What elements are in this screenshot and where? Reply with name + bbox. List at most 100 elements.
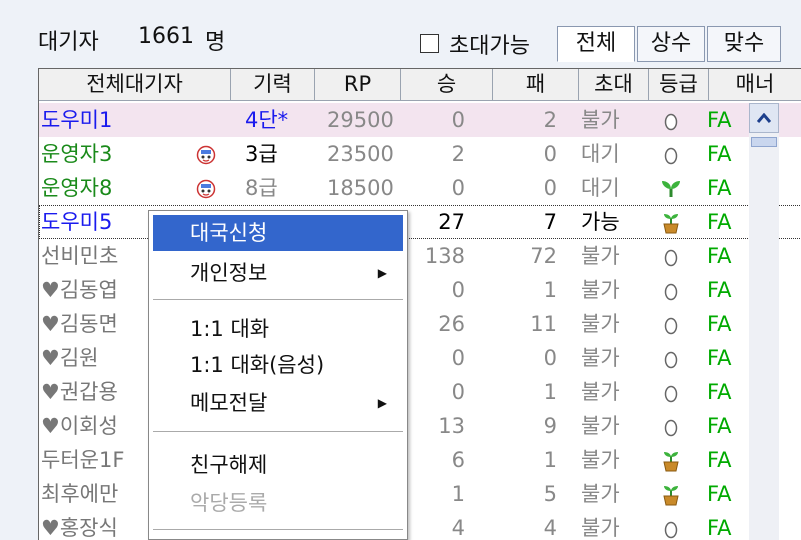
player-invite-status: 불가 — [581, 108, 620, 132]
scroll-thumb[interactable] — [751, 137, 777, 147]
tab-equal-rank[interactable]: 맞수 — [707, 26, 781, 62]
player-losses: 1 — [543, 278, 557, 302]
menu-item-label: 메모전달 — [190, 391, 268, 415]
player-losses: 1 — [543, 448, 557, 472]
tab-all[interactable]: 전체 — [557, 26, 635, 62]
column-header-manner[interactable]: 매너 — [709, 69, 801, 101]
waiting-list-header: 대기자 1661 명 초대가능 전체 상수 맞수 — [0, 0, 801, 68]
player-losses: 2 — [543, 108, 557, 132]
column-header-rp[interactable]: RP — [315, 69, 401, 101]
player-losses: 7 — [543, 210, 557, 234]
egg-icon — [651, 273, 691, 307]
player-manner: FA — [707, 346, 732, 370]
scroll-up-button[interactable] — [749, 103, 779, 133]
player-manner: FA — [707, 312, 732, 336]
none — [191, 103, 221, 137]
menu-item-chat[interactable]: 1:1 대화 — [153, 311, 403, 347]
submenu-arrow-icon: ▶ — [377, 266, 387, 280]
player-wins: 2 — [451, 142, 465, 166]
player-manner: FA — [707, 244, 732, 268]
egg-icon — [651, 103, 691, 137]
player-manner: FA — [707, 142, 732, 166]
menu-item-request-game[interactable]: 대국신청 — [153, 215, 403, 251]
player-invite-status: 불가 — [581, 244, 620, 268]
player-name[interactable]: 운영자3 — [41, 137, 191, 171]
table-row[interactable]: 운영자8 8급 18500 0 0 대기 FA — [39, 171, 801, 205]
player-name[interactable]: 도우미1 — [41, 103, 191, 137]
player-rank: 4단* — [245, 108, 289, 132]
menu-item-send-memo[interactable]: 메모전달 ▶ — [153, 385, 403, 421]
invite-available-label[interactable]: 초대가능 — [449, 28, 530, 60]
egg-icon — [651, 511, 691, 540]
player-rank: 3급 — [245, 142, 278, 166]
player-invite-status: 불가 — [581, 278, 620, 302]
player-invite-status: 불가 — [581, 516, 620, 540]
egg-icon — [651, 341, 691, 375]
egg-icon — [651, 137, 691, 171]
player-invite-status: 대기 — [581, 142, 620, 166]
player-rp: 29500 — [327, 108, 394, 132]
player-manner: FA — [707, 176, 732, 200]
column-header-rank[interactable]: 기력 — [231, 69, 315, 101]
menu-item-profile[interactable]: 개인정보 ▶ — [153, 255, 403, 291]
player-invite-status: 대기 — [581, 176, 620, 200]
column-header-wins[interactable]: 승 — [401, 69, 493, 101]
player-invite-status: 불가 — [581, 380, 620, 404]
menu-item-label: 1:1 대화(음성) — [190, 353, 325, 377]
waiting-unit: 명 — [205, 30, 226, 55]
menu-separator — [153, 431, 403, 432]
egg-icon — [651, 239, 691, 273]
potted-sprout-icon — [651, 205, 691, 239]
player-losses: 1 — [543, 380, 557, 404]
column-header-losses[interactable]: 패 — [493, 69, 579, 101]
player-wins: 0 — [451, 108, 465, 132]
player-invite-status: 불가 — [581, 414, 620, 438]
player-invite-status: 불가 — [581, 346, 620, 370]
player-invite-status: 가능 — [581, 210, 620, 234]
menu-item-remove-friend[interactable]: 친구해제 — [153, 447, 403, 483]
player-manner: FA — [707, 380, 732, 404]
menu-item-voice-chat[interactable]: 1:1 대화(음성) — [153, 347, 403, 383]
player-manner: FA — [707, 210, 732, 234]
player-invite-status: 불가 — [581, 448, 620, 472]
player-invite-status: 불가 — [581, 482, 620, 506]
player-rp: 18500 — [327, 176, 394, 200]
player-losses: 0 — [543, 346, 557, 370]
egg-icon — [651, 307, 691, 341]
player-losses: 9 — [543, 414, 557, 438]
menu-item-label: 악당등록 — [190, 491, 268, 515]
column-header-invite[interactable]: 초대 — [579, 69, 649, 101]
player-losses: 11 — [530, 312, 557, 336]
table-row[interactable]: 도우미1 4단* 29500 0 2 불가 FA — [39, 103, 801, 137]
menu-item-label: 대국신청 — [190, 221, 268, 245]
player-name[interactable]: 운영자8 — [41, 171, 191, 205]
chevron-up-icon — [756, 112, 772, 123]
player-losses: 0 — [543, 176, 557, 200]
tab-higher-rank[interactable]: 상수 — [637, 26, 705, 62]
player-rp: 23500 — [327, 142, 394, 166]
list-scrollbar[interactable] — [749, 103, 779, 540]
player-losses: 72 — [530, 244, 557, 268]
column-header-grade[interactable]: 등급 — [649, 69, 709, 101]
menu-item-label: 개인정보 — [190, 261, 268, 285]
player-rank: 8급 — [245, 176, 278, 200]
badge-icon — [191, 171, 221, 205]
sprout-icon — [651, 171, 691, 205]
waiting-count: 1661 — [138, 24, 194, 49]
column-header-player[interactable]: 전체대기자 — [39, 69, 231, 101]
menu-item-label: 1:1 대화 — [190, 317, 270, 341]
player-invite-status: 불가 — [581, 312, 620, 336]
player-manner: FA — [707, 482, 732, 506]
invite-available-checkbox[interactable] — [420, 34, 439, 53]
potted-sprout-icon — [651, 443, 691, 477]
player-losses: 4 — [543, 516, 557, 540]
player-manner: FA — [707, 448, 732, 472]
player-manner: FA — [707, 108, 732, 132]
menu-item-register-villain: 악당등록 — [153, 485, 403, 521]
player-manner: FA — [707, 278, 732, 302]
player-context-menu: 대국신청 개인정보 ▶ 1:1 대화 1:1 대화(음성) 메모전달 ▶ 친구해… — [148, 210, 408, 540]
table-row[interactable]: 운영자3 3급 23500 2 0 대기 FA — [39, 137, 801, 171]
player-manner: FA — [707, 516, 732, 540]
player-manner: FA — [707, 414, 732, 438]
potted-sprout-icon — [651, 477, 691, 511]
